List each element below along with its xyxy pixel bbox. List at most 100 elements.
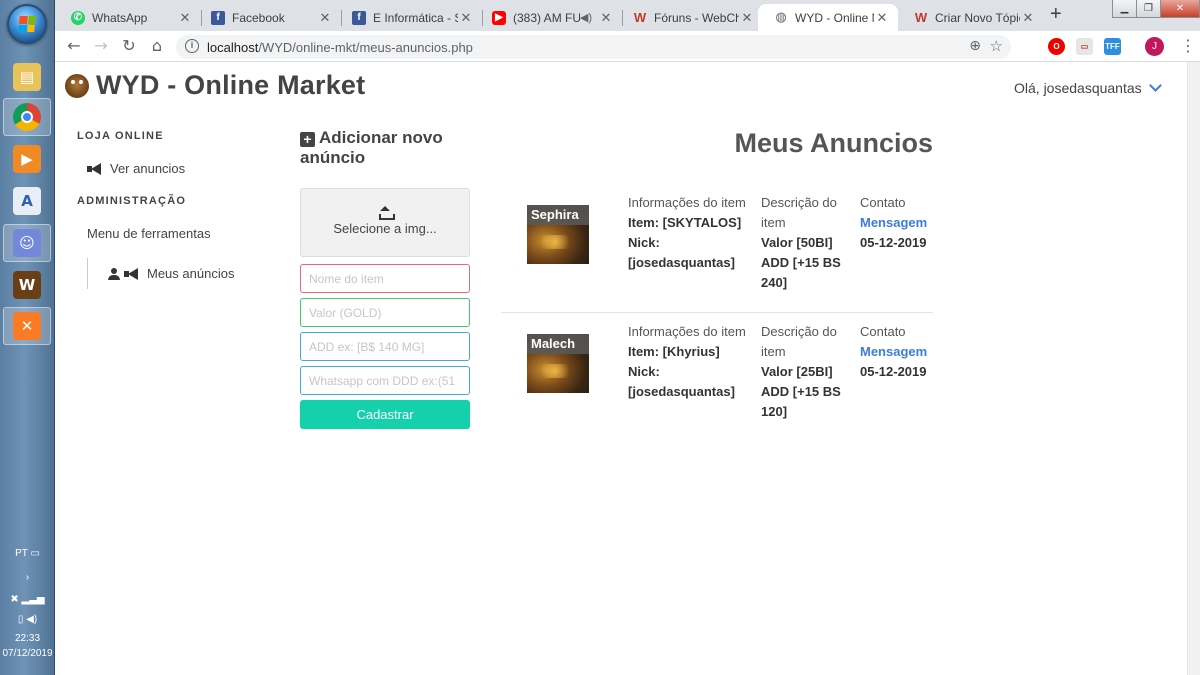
ad-description-column: Descrição do item Valor [50BI] ADD [+15 … — [761, 195, 841, 290]
ad-row: Sephira Informações do item Item: [SKYTA… — [501, 193, 933, 313]
profile-avatar[interactable]: J — [1145, 37, 1164, 56]
tab-strip: ✆ WhatsApp ✕ f Facebook ✕ f E Informátic… — [55, 0, 1200, 31]
ad-contact-column: Contato Mensagem 05-12-2019 — [860, 324, 928, 379]
brand-title: WYD - Online Market — [96, 70, 366, 100]
message-link[interactable]: Mensagem — [860, 344, 927, 359]
reload-button[interactable]: ↻ — [120, 37, 138, 55]
upload-icon — [379, 206, 395, 220]
xampp-icon: ✕ — [13, 312, 41, 340]
tab-e-informatica[interactable]: f E Informática - Su ✕ — [336, 4, 482, 31]
windows-taskbar: ▤ ▶ A ☺ W ✕ PT ▭ › ✖ ▂▃▅ ▯ ◀) 22:33 07/1… — [0, 0, 55, 675]
audio-playing-icon[interactable]: ◀) — [580, 11, 592, 24]
address-bar[interactable]: i localhost/WYD/online-mkt/meus-anuncios… — [176, 35, 1011, 59]
upload-label: Selecione a img... — [333, 221, 437, 236]
discord-icon: ☺ — [13, 229, 41, 257]
ad-info-column: Informações do item Item: [SKYTALOS] Nic… — [628, 195, 746, 270]
message-link[interactable]: Mensagem — [860, 215, 927, 230]
user-menu[interactable]: Olá, josedasquantas — [1014, 79, 1162, 96]
submit-button[interactable]: Cadastrar — [300, 400, 470, 429]
item-thumbnail: Sephira — [527, 205, 589, 264]
close-window-button[interactable]: ✕ — [1160, 0, 1200, 18]
home-button[interactable]: ⌂ — [148, 37, 166, 55]
value-input[interactable] — [300, 298, 470, 327]
page-content: WYD - Online Market Olá, josedasquantas … — [55, 62, 1187, 675]
tab-title: Fóruns - WebChe — [654, 10, 739, 25]
browser-toolbar: ← → ↻ ⌂ i localhost/WYD/online-mkt/meus-… — [55, 31, 1200, 62]
sidebar-item-view-ads[interactable]: Ver anuncios — [87, 161, 185, 176]
image-upload-button[interactable]: Selecione a img... — [300, 188, 470, 257]
tab-wyd-online-market[interactable]: ◍ WYD - Online Ma ✕ — [758, 4, 898, 31]
tray-volume-icon[interactable]: ▯ ◀) — [0, 614, 55, 625]
plus-square-icon: + — [300, 132, 315, 147]
forward-button[interactable]: → — [92, 37, 110, 55]
webcheats-icon: W — [914, 10, 928, 25]
taskbar-xampp[interactable]: ✕ — [3, 307, 51, 345]
form-title: + Adicionar novo anúncio — [300, 128, 443, 167]
bookmark-star-icon[interactable]: ☆ — [990, 37, 1003, 55]
user-greeting: Olá, josedasquantas — [1014, 80, 1142, 96]
tab-facebook[interactable]: f Facebook ✕ — [195, 4, 341, 31]
taskbar-media-player[interactable]: ▶ — [3, 140, 51, 178]
tray-language[interactable]: PT ▭ — [0, 548, 55, 559]
sidebar-item-label: Menu de ferramentas — [87, 226, 211, 241]
site-info-icon[interactable]: i — [185, 39, 199, 53]
close-icon[interactable]: ✕ — [177, 10, 193, 26]
facebook-icon: f — [211, 10, 225, 25]
zoom-icon[interactable]: ⊕ — [969, 38, 981, 54]
ad-info-column: Informações do item Item: [Khyrius] Nick… — [628, 324, 746, 399]
minimize-button[interactable]: ▁ — [1112, 0, 1137, 18]
tray-network-icon[interactable]: ✖ ▂▃▅ — [0, 594, 55, 605]
close-icon[interactable]: ✕ — [1020, 10, 1036, 26]
taskbar-discord[interactable]: ☺ — [3, 224, 51, 262]
item-thumbnail: Malech — [527, 334, 589, 393]
tff-extension-icon[interactable]: TFF — [1104, 38, 1121, 55]
sidebar-heading-store: LOJA ONLINE — [77, 130, 164, 142]
tray-time[interactable]: 22:33 — [0, 633, 55, 644]
tab-title: Criar Novo Tópico — [935, 10, 1020, 25]
start-button[interactable] — [7, 4, 47, 44]
tab-title: E Informática - Su — [373, 10, 458, 25]
cast-extension-icon[interactable]: ▭ — [1076, 38, 1093, 55]
taskbar-wordpad[interactable]: A — [3, 182, 51, 220]
tab-whatsapp[interactable]: ✆ WhatsApp ✕ — [55, 4, 201, 31]
chrome-icon — [13, 103, 41, 131]
close-icon[interactable]: ✕ — [317, 10, 333, 26]
item-name-input[interactable] — [300, 264, 470, 293]
add-input[interactable] — [300, 332, 470, 361]
page-scrollbar[interactable] — [1187, 62, 1200, 675]
tree-line — [87, 258, 88, 289]
tray-expand-icon[interactable]: › — [0, 572, 55, 583]
folder-icon: ▤ — [13, 63, 41, 91]
back-button[interactable]: ← — [65, 37, 83, 55]
wordpad-icon: A — [13, 187, 41, 215]
whatsapp-input[interactable] — [300, 366, 470, 395]
sidebar-item-tools-menu[interactable]: Menu de ferramentas — [87, 226, 211, 241]
tab-title: Facebook — [232, 10, 285, 25]
close-icon[interactable]: ✕ — [458, 10, 474, 26]
close-icon[interactable]: ✕ — [598, 10, 614, 26]
close-icon[interactable]: ✕ — [874, 10, 890, 26]
brand[interactable]: WYD - Online Market — [65, 70, 365, 101]
opera-extension-icon[interactable]: O — [1048, 38, 1065, 55]
sidebar-item-my-ads[interactable]: Meus anúncios — [108, 266, 234, 281]
new-tab-button[interactable]: + — [1050, 3, 1062, 26]
close-icon[interactable]: ✕ — [739, 10, 755, 26]
url-text[interactable]: localhost/WYD/online-mkt/meus-anuncios.p… — [207, 40, 473, 55]
taskbar-wyd-game[interactable]: W — [3, 266, 51, 304]
tab-youtube[interactable]: ▶ (383) AM FUL ◀) ✕ — [476, 4, 622, 31]
more-menu-icon[interactable]: ⋮ — [1180, 36, 1196, 55]
tab-title: WhatsApp — [92, 10, 148, 25]
tab-criar-novo-topico[interactable]: W Criar Novo Tópico ✕ — [898, 4, 1044, 31]
tab-foruns-webcheats[interactable]: W Fóruns - WebChe ✕ — [617, 4, 763, 31]
youtube-icon: ▶ — [492, 10, 506, 25]
ad-row: Malech Informações do item Item: [Khyriu… — [501, 322, 933, 442]
restore-button[interactable]: ❐ — [1136, 0, 1161, 18]
taskbar-chrome[interactable] — [3, 98, 51, 136]
taskbar-file-explorer[interactable]: ▤ — [3, 58, 51, 96]
ad-description-column: Descrição do item Valor [25BI] ADD [+15 … — [761, 324, 841, 419]
tray-date[interactable]: 07/12/2019 — [0, 648, 55, 659]
ad-contact-column: Contato Mensagem 05-12-2019 — [860, 195, 928, 250]
sidebar-item-label: Meus anúncios — [147, 266, 235, 281]
webcheats-icon: W — [633, 10, 647, 25]
tab-title: WYD - Online Ma — [795, 10, 874, 25]
